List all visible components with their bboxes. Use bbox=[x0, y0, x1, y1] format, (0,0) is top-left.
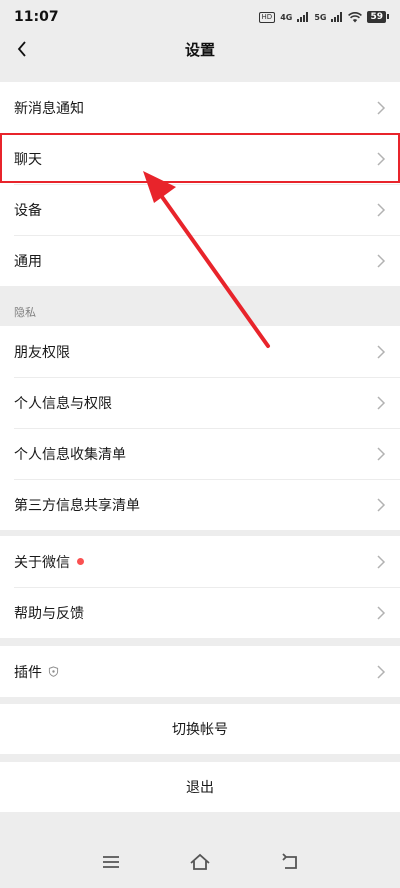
row-personal-info-permissions[interactable]: 个人信息与权限 bbox=[0, 377, 400, 428]
chevron-right-icon bbox=[377, 344, 386, 359]
shield-icon bbox=[48, 666, 59, 677]
hd-icon: HD bbox=[258, 11, 276, 23]
row-label: 设备 bbox=[14, 202, 42, 219]
row-label: 通用 bbox=[14, 253, 42, 270]
section-label-privacy: 隐私 bbox=[14, 306, 36, 319]
status-bar: 11:07 HD 4G 5G 59 bbox=[0, 0, 400, 34]
wifi-icon bbox=[348, 11, 363, 22]
row-help-feedback[interactable]: 帮助与反馈 bbox=[0, 587, 400, 638]
row-plugins[interactable]: 插件 bbox=[0, 646, 400, 697]
signal-5g-icon: 5G bbox=[314, 12, 327, 22]
row-general[interactable]: 通用 bbox=[0, 235, 400, 286]
row-label: 个人信息收集清单 bbox=[14, 446, 126, 463]
row-label: 关于微信 bbox=[14, 554, 70, 571]
row-label: 帮助与反馈 bbox=[14, 605, 84, 622]
chevron-right-icon bbox=[377, 446, 386, 461]
row-personal-info-collection[interactable]: 个人信息收集清单 bbox=[0, 428, 400, 479]
chevron-right-icon bbox=[377, 100, 386, 115]
chevron-right-icon bbox=[377, 605, 386, 620]
logout-button[interactable]: 退出 bbox=[0, 762, 400, 812]
switch-account-button[interactable]: 切换帐号 bbox=[0, 704, 400, 754]
new-badge-dot bbox=[77, 558, 84, 565]
back-arrow-icon bbox=[17, 41, 26, 57]
page-title: 设置 bbox=[184, 40, 215, 59]
row-label: 新消息通知 bbox=[14, 100, 84, 117]
row-label: 插件 bbox=[14, 664, 42, 681]
row-label: 朋友权限 bbox=[14, 344, 70, 361]
back-nav-icon[interactable] bbox=[278, 852, 302, 872]
settings-group-about: 关于微信 帮助与反馈 bbox=[0, 536, 400, 638]
chevron-right-icon bbox=[377, 395, 386, 410]
signal-bars-icon bbox=[297, 12, 309, 22]
chevron-right-icon bbox=[377, 497, 386, 512]
menu-icon[interactable] bbox=[99, 852, 123, 872]
settings-group-plugins: 插件 bbox=[0, 646, 400, 697]
home-icon[interactable] bbox=[188, 852, 212, 872]
chevron-right-icon bbox=[377, 664, 386, 679]
chevron-right-icon bbox=[377, 253, 386, 268]
nav-bar: 设置 bbox=[0, 34, 400, 64]
chevron-right-icon bbox=[377, 151, 386, 166]
status-time: 11:07 bbox=[14, 9, 59, 25]
row-friend-permissions[interactable]: 朋友权限 bbox=[0, 326, 400, 377]
battery-icon: 59 bbox=[367, 11, 389, 23]
signal-bars-icon-2 bbox=[331, 12, 343, 22]
chevron-right-icon bbox=[377, 554, 386, 569]
row-third-party-sharing[interactable]: 第三方信息共享清单 bbox=[0, 479, 400, 530]
settings-group-general: 新消息通知 聊天 设备 通用 bbox=[0, 82, 400, 286]
system-nav-bar bbox=[0, 828, 400, 888]
signal-4g-icon: 4G bbox=[280, 12, 293, 22]
row-new-message-notify[interactable]: 新消息通知 bbox=[0, 82, 400, 133]
back-button[interactable] bbox=[10, 37, 34, 61]
row-label: 个人信息与权限 bbox=[14, 395, 112, 412]
row-chat[interactable]: 聊天 bbox=[0, 133, 400, 184]
row-devices[interactable]: 设备 bbox=[0, 184, 400, 235]
chevron-right-icon bbox=[377, 202, 386, 217]
settings-group-privacy: 朋友权限 个人信息与权限 个人信息收集清单 第三方信息共享清单 bbox=[0, 326, 400, 530]
row-label: 聊天 bbox=[14, 151, 42, 168]
status-icons: HD 4G 5G 59 bbox=[258, 11, 389, 23]
row-label: 第三方信息共享清单 bbox=[14, 497, 140, 514]
row-about-wechat[interactable]: 关于微信 bbox=[0, 536, 400, 587]
